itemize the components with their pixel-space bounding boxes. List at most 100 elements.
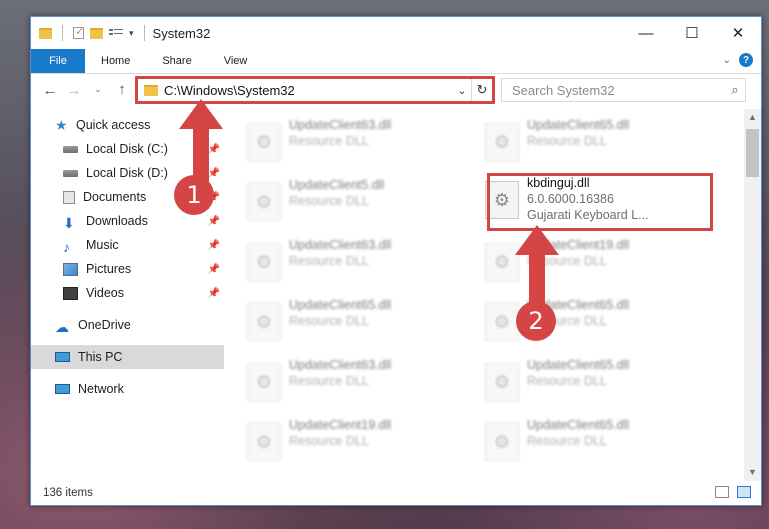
sidebar-item-label: Local Disk (C:)	[86, 142, 168, 156]
file-description: Resource DLL	[527, 434, 607, 448]
search-icon[interactable]: ⌕	[725, 82, 745, 98]
star-icon: ★	[55, 116, 68, 133]
file-highlight-box	[487, 173, 713, 231]
forward-arrow-icon[interactable]: →	[63, 82, 85, 99]
computer-icon	[55, 352, 70, 362]
list-item[interactable]: ⚙ UpdateClient65.dll Resource DLL	[465, 415, 685, 471]
file-name: UpdateClient65.dll	[289, 298, 392, 312]
dll-file-icon: ⚙	[247, 123, 281, 161]
pictures-icon	[63, 262, 78, 276]
list-item[interactable]: ⚙ UpdateClient19.dll Resource DLL	[227, 415, 447, 471]
file-name: UpdateClient63.dll	[289, 238, 392, 252]
sidebar-item-music[interactable]: ♪ Music 📌	[31, 233, 224, 257]
new-folder-icon[interactable]	[90, 27, 103, 39]
refresh-icon[interactable]: ↻	[471, 79, 492, 101]
list-item[interactable]: ⚙ UpdateClient65.dll Resource DLL	[465, 115, 685, 171]
properties-check-icon[interactable]	[73, 25, 84, 39]
pin-icon[interactable]: 📌	[208, 264, 220, 275]
scroll-thumb[interactable]	[746, 129, 759, 177]
file-description: Resource DLL	[289, 434, 369, 448]
up-arrow-icon[interactable]: ↑	[111, 81, 133, 98]
cloud-icon: ☁	[55, 318, 69, 335]
list-item[interactable]: ⚙ UpdateClient19.dll Resource DLL	[465, 235, 685, 291]
file-description: Resource DLL	[289, 374, 369, 388]
file-name: UpdateClient65.dll	[527, 418, 630, 432]
file-list: ⚙ UpdateClient63.dll Resource DLL ⚙ Updat…	[227, 109, 743, 481]
search-box[interactable]: Search System32 ⌕	[501, 78, 746, 102]
help-icon[interactable]: ?	[739, 53, 753, 67]
sidebar-item-pictures[interactable]: Pictures 📌	[31, 257, 224, 281]
music-icon: ♪	[63, 238, 70, 255]
tab-view[interactable]: View	[208, 55, 264, 67]
dll-file-icon: ⚙	[485, 123, 519, 161]
file-description: Resource DLL	[289, 134, 369, 148]
pin-icon[interactable]: 📌	[208, 240, 220, 251]
sidebar-item-label: Videos	[86, 286, 124, 300]
chevron-down-icon[interactable]: ⌄	[723, 55, 731, 66]
window-title: System32	[152, 25, 211, 41]
search-input[interactable]: Search System32	[502, 83, 725, 98]
chevron-down-icon[interactable]: ⌄	[453, 84, 471, 97]
file-name: UpdateClient63.dll	[289, 118, 392, 132]
pin-icon[interactable]: 📌	[208, 288, 220, 299]
maximize-button[interactable]: ☐	[669, 17, 715, 49]
sidebar-item-label: This PC	[78, 350, 123, 364]
item-count: 136 items	[43, 487, 93, 499]
annotation-badge-2: 2	[516, 301, 556, 341]
divider	[143, 25, 145, 41]
file-name: UpdateClient5.dll	[289, 178, 385, 192]
dll-file-icon: ⚙	[247, 303, 281, 341]
list-item[interactable]: ⚙ UpdateClient5.dll Resource DLL	[227, 175, 447, 231]
file-description: Resource DLL	[289, 254, 369, 268]
scroll-up-icon[interactable]: ▲	[744, 109, 761, 126]
vertical-scrollbar[interactable]: ▲ ▼	[744, 109, 761, 481]
dropdown-icon[interactable]: ▾	[129, 28, 134, 39]
close-button[interactable]: ✕	[715, 17, 761, 49]
list-item[interactable]: ⚙ UpdateClient63.dll Resource DLL	[227, 235, 447, 291]
sidebar-item-label: Network	[78, 382, 124, 396]
network-icon	[55, 384, 70, 394]
drive-icon	[63, 145, 78, 153]
ribbon: File Home Share View ⌄ ?	[31, 49, 761, 74]
details-view-icon[interactable]	[715, 486, 729, 498]
download-icon: ⬇	[63, 214, 75, 231]
folder-icon	[39, 27, 52, 39]
quick-access-toolbar: ▾	[31, 25, 149, 41]
navigation-bar: ← → ⌄ ↑ C:\Windows\System32 ⌄ ↻ Search S…	[31, 74, 761, 108]
tiles-view-icon[interactable]	[737, 486, 751, 498]
customize-icon[interactable]	[109, 27, 123, 39]
dll-file-icon: ⚙	[247, 363, 281, 401]
file-name: UpdateClient63.dll	[289, 358, 392, 372]
recent-locations-icon[interactable]: ⌄	[87, 84, 109, 95]
list-item[interactable]: ⚙ UpdateClient65.dll Resource DLL	[465, 355, 685, 411]
list-item[interactable]: ⚙ UpdateClient63.dll Resource DLL	[227, 115, 447, 171]
sidebar-item-this-pc[interactable]: This PC	[31, 345, 224, 369]
annotation-badge-1: 1	[174, 175, 214, 215]
address-path[interactable]: C:\Windows\System32	[164, 83, 453, 98]
folder-icon	[144, 84, 158, 96]
sidebar-item-onedrive[interactable]: ☁ OneDrive	[31, 313, 224, 337]
list-item[interactable]: ⚙ UpdateClient65.dll Resource DLL	[465, 295, 685, 351]
sidebar-item-label: Pictures	[86, 262, 132, 276]
tab-home[interactable]: Home	[85, 55, 146, 67]
minimize-button[interactable]: —	[623, 17, 669, 49]
sidebar-item-videos[interactable]: Videos 📌	[31, 281, 224, 305]
dll-file-icon: ⚙	[485, 363, 519, 401]
drive-icon	[63, 169, 78, 177]
dll-file-icon: ⚙	[485, 423, 519, 461]
explorer-window: ▾ System32 — ☐ ✕ File Home Share View ⌄ …	[30, 16, 762, 506]
sidebar-item-label: OneDrive	[78, 318, 131, 332]
divider	[62, 25, 63, 41]
dll-file-icon: ⚙	[247, 243, 281, 281]
list-item[interactable]: ⚙ UpdateClient65.dll Resource DLL	[227, 295, 447, 351]
file-name: UpdateClient65.dll	[527, 358, 630, 372]
scroll-down-icon[interactable]: ▼	[744, 464, 761, 481]
tab-share[interactable]: Share	[146, 55, 207, 67]
title-bar: ▾ System32 — ☐ ✕	[31, 17, 761, 49]
list-item[interactable]: ⚙ UpdateClient63.dll Resource DLL	[227, 355, 447, 411]
sidebar-item-label: Documents	[83, 190, 147, 204]
tab-file[interactable]: File	[31, 49, 85, 73]
status-bar: 136 items	[31, 481, 761, 505]
back-arrow-icon[interactable]: ←	[39, 82, 61, 99]
sidebar-item-network[interactable]: Network	[31, 377, 224, 401]
